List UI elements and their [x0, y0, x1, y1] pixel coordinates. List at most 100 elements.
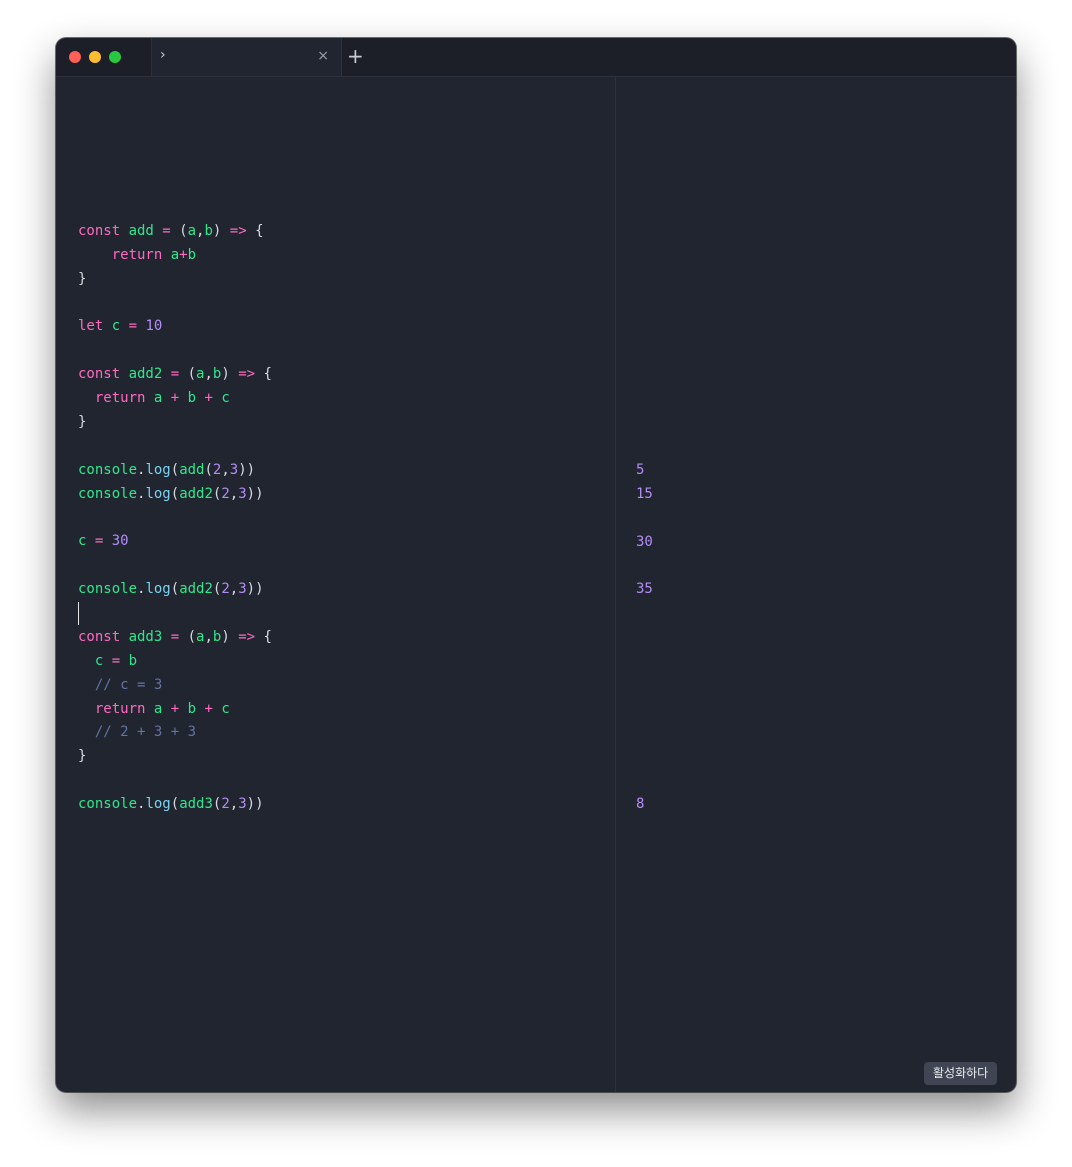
- code-token: ,: [229, 485, 239, 502]
- code-line[interactable]: // 2 + 3 + 3: [78, 721, 272, 745]
- code-token: b: [128, 652, 138, 669]
- code-line[interactable]: [78, 602, 272, 626]
- code-token: =: [153, 222, 180, 239]
- code-token: c: [78, 652, 104, 669]
- activate-button[interactable]: 활성화하다: [924, 1062, 998, 1085]
- code-token: console: [78, 796, 138, 813]
- code-token: =: [103, 652, 129, 669]
- code-token: ): [221, 366, 239, 383]
- code-token: const: [78, 366, 129, 383]
- code-line[interactable]: const add = (a,b) => {: [78, 220, 272, 244]
- code-token: b: [187, 246, 197, 263]
- code-token: const: [78, 222, 129, 239]
- text-cursor: [78, 602, 79, 626]
- code-token: 3: [238, 485, 247, 502]
- code-token: ,: [221, 461, 230, 478]
- code-token: console: [78, 581, 138, 598]
- code-line[interactable]: return a + b + c: [78, 387, 272, 411]
- code-token: a: [170, 246, 180, 263]
- close-icon[interactable]: ×: [317, 48, 329, 64]
- code-line[interactable]: }: [78, 745, 272, 769]
- code-line[interactable]: [78, 769, 272, 793]
- code-line[interactable]: [78, 196, 272, 220]
- tab-active[interactable]: › ×: [151, 38, 342, 76]
- minimize-window-button[interactable]: [89, 51, 101, 63]
- code-token: log: [145, 796, 171, 813]
- code-token: log: [145, 485, 171, 502]
- code-token: {: [246, 222, 264, 239]
- code-line[interactable]: const add2 = (a,b) => {: [78, 363, 272, 387]
- result-value: 5: [636, 461, 645, 478]
- code-line[interactable]: c = b: [78, 650, 272, 674]
- close-window-button[interactable]: [69, 51, 81, 63]
- code-token: }: [78, 270, 87, 287]
- code-line[interactable]: console.log(add3(2,3)): [78, 793, 272, 817]
- code-token: +: [179, 246, 188, 263]
- code-line[interactable]: // c = 3: [78, 674, 272, 698]
- result-value: 35: [636, 581, 653, 598]
- code-token: c: [221, 390, 230, 407]
- code-line[interactable]: [78, 554, 272, 578]
- code-token: (: [187, 628, 197, 645]
- code-token: }: [78, 748, 87, 765]
- code-line[interactable]: }: [78, 268, 272, 292]
- code-token: =: [162, 628, 188, 645]
- code-token: c: [221, 700, 230, 717]
- code-token: (: [170, 485, 180, 502]
- code-token: }: [78, 413, 87, 430]
- code-line[interactable]: console.log(add2(2,3)): [78, 578, 272, 602]
- code-token: (: [204, 461, 213, 478]
- code-token: (: [179, 222, 188, 239]
- code-token: =: [162, 366, 188, 383]
- code-line[interactable]: [78, 339, 272, 363]
- code-line[interactable]: console.log(add2(2,3)): [78, 483, 272, 507]
- code-token: (: [170, 581, 180, 598]
- code-line[interactable]: return a + b + c: [78, 698, 272, 722]
- code-token: (: [170, 461, 180, 478]
- code-token: )): [238, 461, 256, 478]
- code-line[interactable]: const add3 = (a,b) => {: [78, 626, 272, 650]
- code-line[interactable]: return a+b: [78, 244, 272, 268]
- code-token: return: [78, 246, 171, 263]
- code-line[interactable]: c = 30: [78, 530, 272, 554]
- code-token: console: [78, 485, 138, 502]
- code-token: b: [187, 700, 197, 717]
- code-token: 3: [229, 461, 239, 478]
- code-token: add3: [128, 628, 163, 645]
- chevron-right-icon: ›: [160, 47, 166, 63]
- code-token: 3: [238, 796, 247, 813]
- code-token: ,: [229, 796, 239, 813]
- code-token: // c = 3: [78, 676, 163, 693]
- code-token: add3: [179, 796, 213, 813]
- code-token: const: [78, 628, 129, 645]
- code-token: {: [255, 366, 272, 383]
- code-token: // 2 + 3 + 3: [78, 724, 197, 741]
- code-token: console: [78, 461, 138, 478]
- code-token: +: [196, 390, 222, 407]
- code-token: 10: [145, 318, 163, 335]
- maximize-window-button[interactable]: [109, 51, 121, 63]
- code-lines[interactable]: const add = (a,b) => { return a+b} let c …: [78, 172, 272, 817]
- code-line[interactable]: [78, 291, 272, 315]
- plus-icon[interactable]: +: [347, 44, 364, 68]
- code-line[interactable]: }: [78, 411, 272, 435]
- code-token: +: [196, 700, 222, 717]
- code-token: c: [111, 318, 121, 335]
- code-token: add2: [179, 485, 213, 502]
- code-token: )): [246, 485, 264, 502]
- code-token: add2: [179, 581, 213, 598]
- code-line[interactable]: console.log(add(2,3)): [78, 459, 272, 483]
- code-token: (: [170, 796, 180, 813]
- code-line[interactable]: [78, 506, 272, 530]
- code-token: ): [221, 628, 239, 645]
- code-token: ,: [204, 628, 213, 645]
- code-editor[interactable]: const add = (a,b) => { return a+b} let c …: [56, 77, 615, 1092]
- code-token: let: [78, 318, 112, 335]
- code-line[interactable]: [78, 172, 272, 196]
- code-line[interactable]: let c = 10: [78, 315, 272, 339]
- code-token: a: [187, 222, 197, 239]
- code-token: log: [145, 581, 171, 598]
- code-token: 3: [238, 581, 247, 598]
- code-line[interactable]: [78, 435, 272, 459]
- code-token: +: [162, 390, 188, 407]
